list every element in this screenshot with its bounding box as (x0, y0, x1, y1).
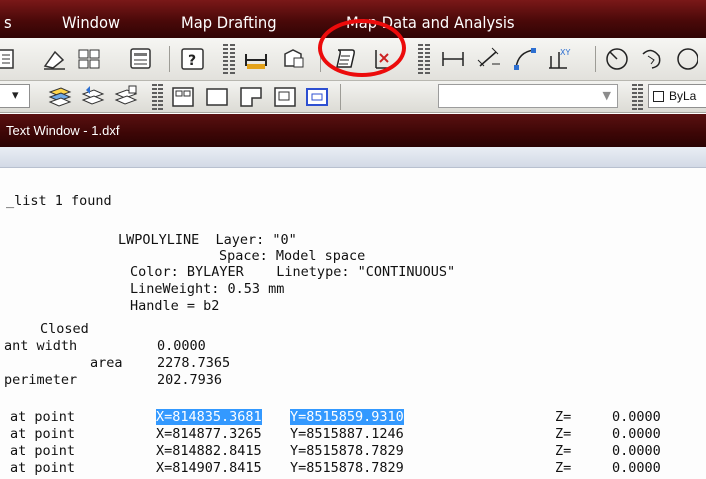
toolbar-grip[interactable] (158, 84, 163, 110)
menu-item-window[interactable]: Window (62, 13, 120, 32)
properties-icon[interactable] (0, 46, 22, 72)
help-icon[interactable]: ? (180, 46, 206, 72)
closed-label: Closed (40, 321, 89, 337)
point-x: X=814907.8415 (156, 460, 262, 476)
match-properties-icon[interactable] (42, 46, 68, 72)
region-icon[interactable] (281, 46, 307, 72)
perimeter-label: perimeter (4, 372, 78, 388)
text-window-output[interactable]: _list 1 found LWPOLYLINE Layer: "0" Spac… (0, 168, 706, 479)
lineweight-line: LineWeight: 0.53 mm (130, 281, 285, 297)
point-x-selected[interactable]: X=814835.3681 (156, 409, 262, 425)
perimeter-value: 202.7936 (157, 372, 223, 388)
toolbar-separator (340, 84, 341, 110)
toolbar-grip[interactable] (638, 84, 643, 110)
point-label: at point (10, 460, 76, 476)
wipeout-icon[interactable] (238, 84, 264, 110)
toolbar-grip[interactable] (152, 84, 157, 110)
revision-cloud-icon[interactable] (272, 84, 298, 110)
point-y: Y=8515878.7829 (290, 460, 404, 476)
point-y-selected[interactable]: Y=8515859.9310 (290, 409, 404, 425)
found-line: _list 1 found (6, 193, 112, 209)
point-z-value: 0.0000 (612, 409, 661, 425)
point-label: at point (10, 443, 76, 459)
point-z-label: Z= (555, 460, 572, 476)
point-label: at point (10, 409, 76, 425)
toolbar-separator (169, 46, 170, 72)
point-y: Y=8515878.7829 (290, 443, 404, 459)
color-linetype-line: Color: BYLAYER Linetype: "CONTINUOUS" (130, 264, 456, 280)
handle-line: Handle = b2 (130, 298, 220, 314)
area-value: 2278.7365 (157, 355, 231, 371)
diameter-dimension-icon[interactable] (672, 46, 698, 72)
area-label: area (90, 355, 123, 371)
entity-line: LWPOLYLINE Layer: "0" (118, 232, 297, 248)
aligned-dimension-icon[interactable] (476, 46, 502, 72)
text-window-titlebar: Text Window - 1.dxf (0, 114, 706, 147)
color-swatch (653, 91, 664, 102)
svg-text:?: ? (188, 53, 196, 69)
point-y: Y=8515887.1246 (290, 426, 404, 442)
chevron-down-icon: ▾ (12, 88, 19, 103)
toolbar-grip[interactable] (223, 44, 228, 74)
point-z-value: 0.0000 (612, 460, 661, 476)
width-label: ant width (4, 338, 78, 354)
menu-item-tools[interactable]: s (4, 13, 12, 32)
svg-text:XY: XY (560, 48, 570, 57)
width-value: 0.0000 (157, 338, 206, 354)
space-line: Space: Model space (219, 248, 366, 264)
rectangle-icon[interactable] (204, 84, 230, 110)
menu-item-map-drafting[interactable]: Map Drafting (181, 13, 277, 32)
layer-states-icon[interactable] (47, 84, 73, 110)
distance-icon[interactable] (243, 46, 269, 72)
jogged-dimension-icon[interactable] (638, 46, 664, 72)
tool-palettes-icon[interactable] (128, 46, 154, 72)
point-z-label: Z= (555, 443, 572, 459)
toolbar-grip[interactable] (632, 84, 637, 110)
toolbar-grip[interactable] (425, 44, 430, 74)
point-z-value: 0.0000 (612, 426, 661, 442)
design-center-icon[interactable] (76, 46, 102, 72)
layer-isolate-icon[interactable] (113, 84, 139, 110)
point-z-label: Z= (555, 409, 572, 425)
multiline-text-icon[interactable] (170, 84, 196, 110)
text-window-title: Text Window - 1.dxf (6, 123, 120, 138)
viewport-icon[interactable] (304, 84, 330, 110)
chevron-down-icon: ▼ (602, 89, 611, 102)
layer-dropdown[interactable]: ▾ (0, 84, 30, 108)
radius-dimension-icon[interactable] (604, 46, 630, 72)
point-x: X=814882.8415 (156, 443, 262, 459)
color-control-dropdown[interactable]: ByLa (648, 84, 706, 108)
arc-length-icon[interactable] (512, 46, 538, 72)
toolbar-grip[interactable] (418, 44, 423, 74)
color-control-label: ByLa (669, 89, 697, 103)
point-z-label: Z= (555, 426, 572, 442)
point-label: at point (10, 426, 76, 442)
ordinate-dimension-icon[interactable]: XY (545, 46, 571, 72)
toolbar-separator (595, 46, 596, 72)
linear-dimension-icon[interactable] (440, 46, 466, 72)
toolbar-grip[interactable] (230, 44, 235, 74)
red-highlight-circle (318, 19, 406, 77)
point-z-value: 0.0000 (612, 443, 661, 459)
point-x: X=814877.3265 (156, 426, 262, 442)
text-window-menubar (0, 147, 706, 168)
text-style-dropdown[interactable]: ▼ (438, 84, 618, 108)
layer-previous-icon[interactable] (80, 84, 106, 110)
